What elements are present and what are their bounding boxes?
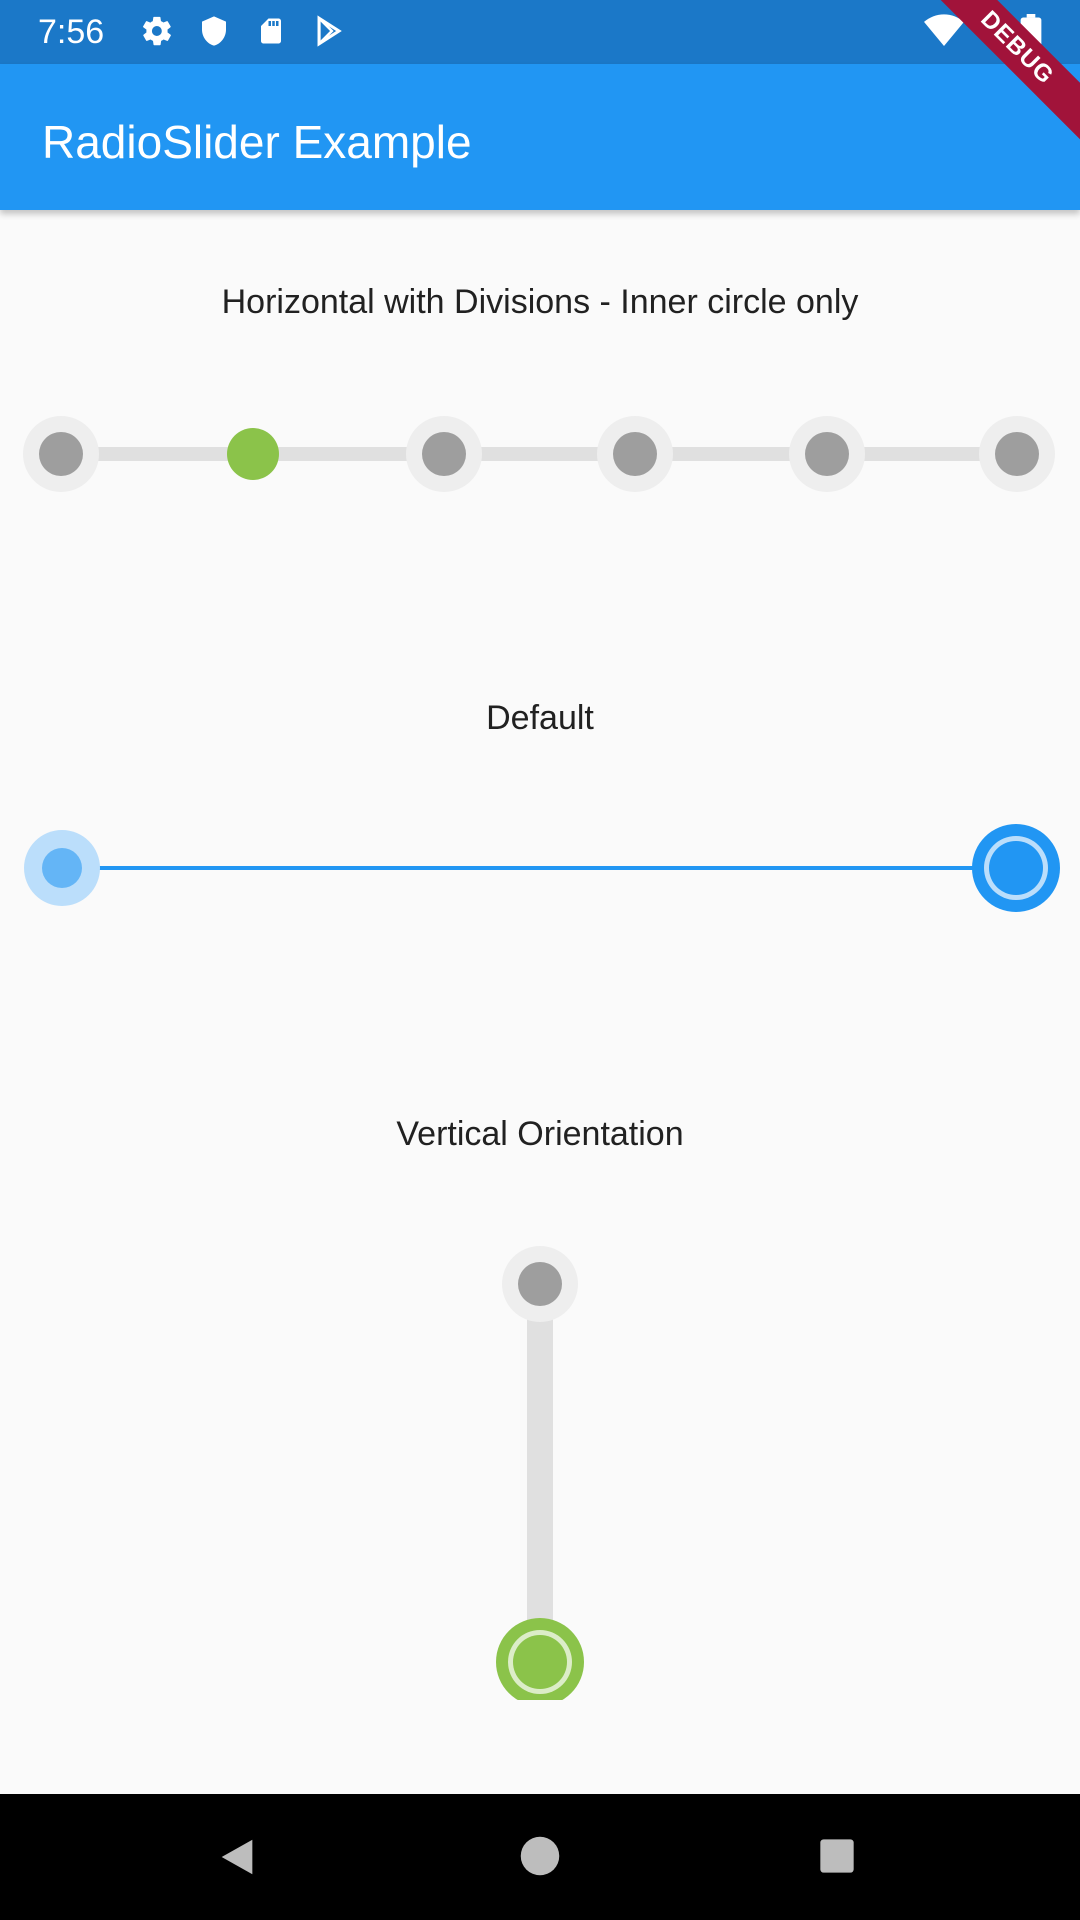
navigation-bar [0,1794,1080,1920]
play-store-icon [317,15,342,47]
recents-icon[interactable] [817,1836,857,1876]
slider-track [527,1284,553,1664]
division-0[interactable] [502,1246,578,1322]
horizontal-radio-slider[interactable] [0,404,1080,504]
division-0[interactable] [24,830,100,906]
division-5[interactable] [979,416,1055,492]
app-bar: RadioSlider Example [0,64,1080,210]
back-icon[interactable] [214,1834,260,1880]
default-radio-slider[interactable] [0,820,1080,920]
status-bar: 7:56 [0,0,1080,64]
status-time: 7:56 [38,13,105,51]
horizontal-section-title: Horizontal with Divisions - Inner circle… [221,283,859,321]
vertical-radio-slider[interactable] [0,1240,1080,1700]
wifi-icon [924,14,964,47]
gear-icon [143,16,171,46]
division-1-selected[interactable] [496,1618,584,1700]
default-section-title: Default [486,699,594,737]
division-4[interactable] [789,416,865,492]
division-0[interactable] [23,416,99,492]
home-icon[interactable] [519,1835,561,1877]
app-title: RadioSlider Example [42,116,472,168]
division-2[interactable] [406,416,482,492]
vertical-section-title: Vertical Orientation [396,1115,684,1153]
slider-track [60,447,1020,461]
shield-icon [202,16,226,46]
division-1-selected[interactable] [227,428,279,480]
sd-card-icon [261,18,281,44]
division-3[interactable] [597,416,673,492]
division-4-selected[interactable] [972,824,1060,912]
